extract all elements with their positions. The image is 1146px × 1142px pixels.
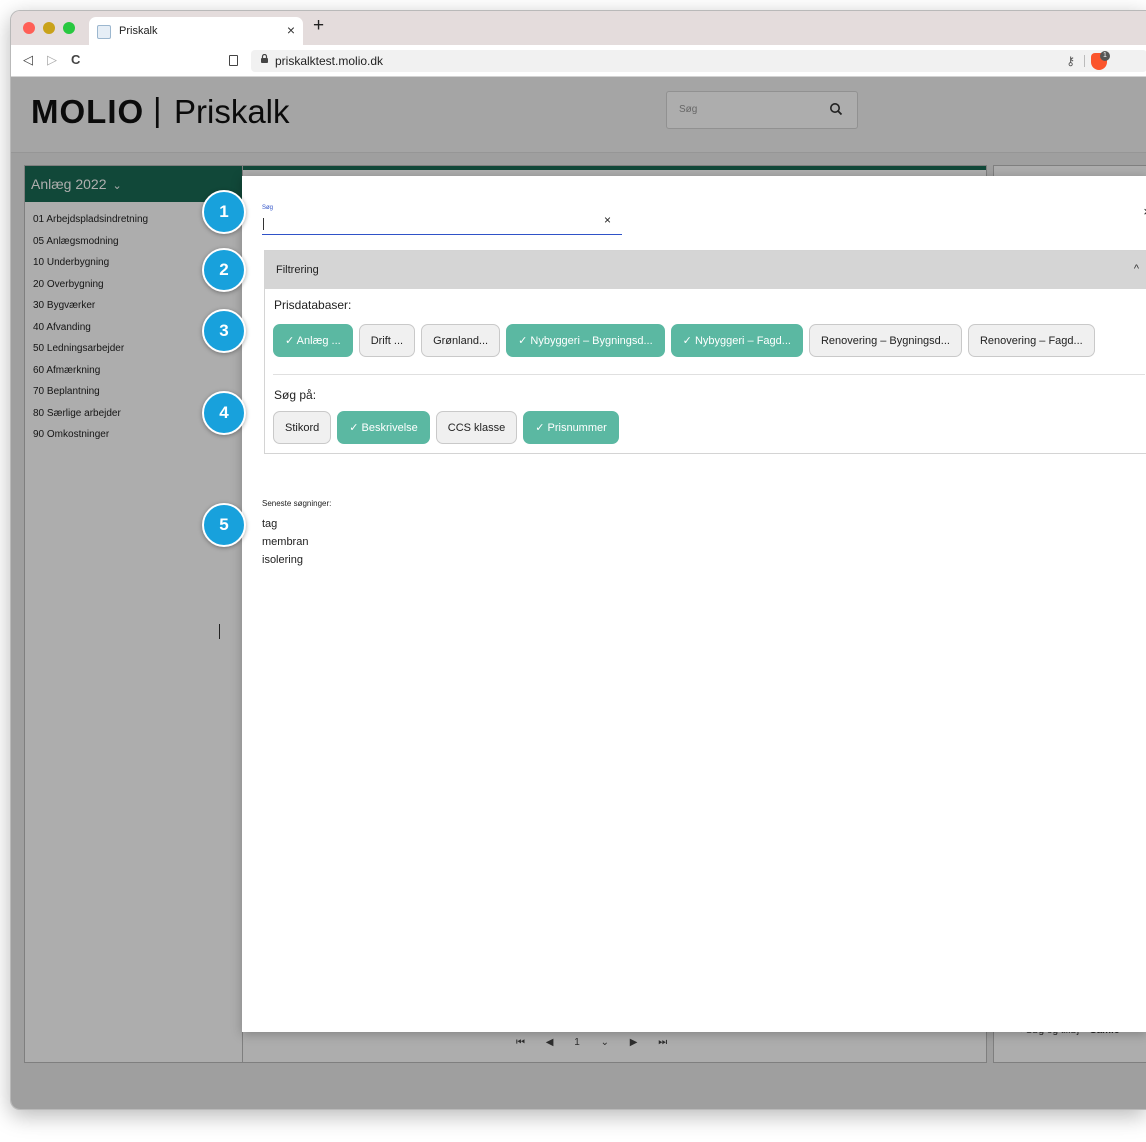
minimize-window-button[interactable]: [43, 22, 55, 34]
back-icon[interactable]: ◁: [23, 52, 33, 68]
page-favicon-icon: [97, 25, 111, 39]
search-field-chip[interactable]: Stikord: [273, 411, 332, 444]
tab-title: Priskalk: [119, 25, 158, 37]
bookmark-icon[interactable]: [229, 55, 238, 66]
database-chip[interactable]: Renovering – Fagd...: [967, 324, 1095, 357]
maximize-window-button[interactable]: [63, 22, 75, 34]
database-chip[interactable]: ✓ Nybyggeri – Fagd...: [670, 324, 803, 357]
database-chip[interactable]: Drift ...: [358, 324, 416, 357]
recent-search-item[interactable]: isolering: [262, 551, 308, 569]
clear-search-icon[interactable]: ×: [604, 213, 611, 227]
browser-tab[interactable]: Priskalk ×: [89, 17, 303, 45]
callout-marker: 4: [202, 391, 246, 435]
app-viewport: MOLIO | Priskalk Søg Anlæg 2022 ⌄ 01 Arbe…: [11, 77, 1146, 1109]
callout-marker: 5: [202, 503, 246, 547]
callout-marker: 1: [202, 190, 246, 234]
filter-panel-header[interactable]: Filtrering ^: [265, 251, 1146, 289]
filter-title: Filtrering: [276, 264, 319, 276]
database-chip[interactable]: Renovering – Bygningsd...: [808, 324, 962, 357]
database-chip[interactable]: ✓ Anlæg ...: [273, 324, 353, 357]
callout-marker: 2: [202, 248, 246, 292]
price-database-chips: ✓ Anlæg ... Drift ... Grønland... ✓ Nybygge…: [273, 324, 1101, 357]
recent-search-item[interactable]: membran: [262, 533, 308, 551]
database-chip[interactable]: Grønland...: [421, 324, 501, 357]
recent-searches-list: tag membran isolering: [262, 515, 308, 569]
url-field[interactable]: priskalktest.molio.dk ⚷ 1: [251, 50, 1146, 72]
search-on-label: Søg på:: [274, 388, 317, 402]
new-tab-button[interactable]: +: [313, 16, 324, 35]
url-text: priskalktest.molio.dk: [275, 54, 384, 68]
search-field-chip[interactable]: ✓ Prisnummer: [523, 411, 619, 444]
address-bar: ◁ ▷ C priskalktest.molio.dk ⚷ 1: [11, 45, 1146, 77]
tab-bar: Priskalk × +: [11, 11, 1146, 45]
browser-window: Priskalk × + ◁ ▷ C priskalktest.molio.dk…: [10, 10, 1146, 1110]
reload-icon[interactable]: C: [71, 52, 80, 67]
modal-search-input[interactable]: [262, 215, 622, 235]
input-caret: [263, 218, 264, 230]
search-on-chips: Stikord ✓ Beskrivelse CCS klasse ✓ Prisnumm…: [273, 411, 625, 444]
recent-searches-label: Seneste søgninger:: [262, 499, 332, 508]
recent-search-item[interactable]: tag: [262, 515, 308, 533]
search-field-label: Søg: [262, 205, 274, 211]
filter-divider: [273, 374, 1145, 375]
filter-panel: Filtrering ^ Prisdatabaser: ✓ Anlæg ... D…: [264, 250, 1146, 454]
callout-marker: 3: [202, 309, 246, 353]
search-modal: × Søg × Filtrering ^ Prisdatabaser: ✓ An…: [242, 176, 1146, 1032]
toolbar-divider: [1084, 55, 1085, 67]
lock-icon: [261, 54, 268, 63]
shield-count-badge: 1: [1100, 51, 1110, 61]
forward-icon[interactable]: ▷: [47, 52, 57, 68]
price-databases-label: Prisdatabaser:: [274, 298, 352, 312]
search-field-chip[interactable]: CCS klasse: [435, 411, 518, 444]
search-field-chip[interactable]: ✓ Beskrivelse: [337, 411, 430, 444]
tab-close-icon[interactable]: ×: [287, 22, 295, 38]
database-chip[interactable]: ✓ Nybyggeri – Bygningsd...: [506, 324, 665, 357]
chevron-up-icon[interactable]: ^: [1134, 263, 1139, 275]
key-icon[interactable]: ⚷: [1066, 54, 1075, 68]
close-window-button[interactable]: [23, 22, 35, 34]
